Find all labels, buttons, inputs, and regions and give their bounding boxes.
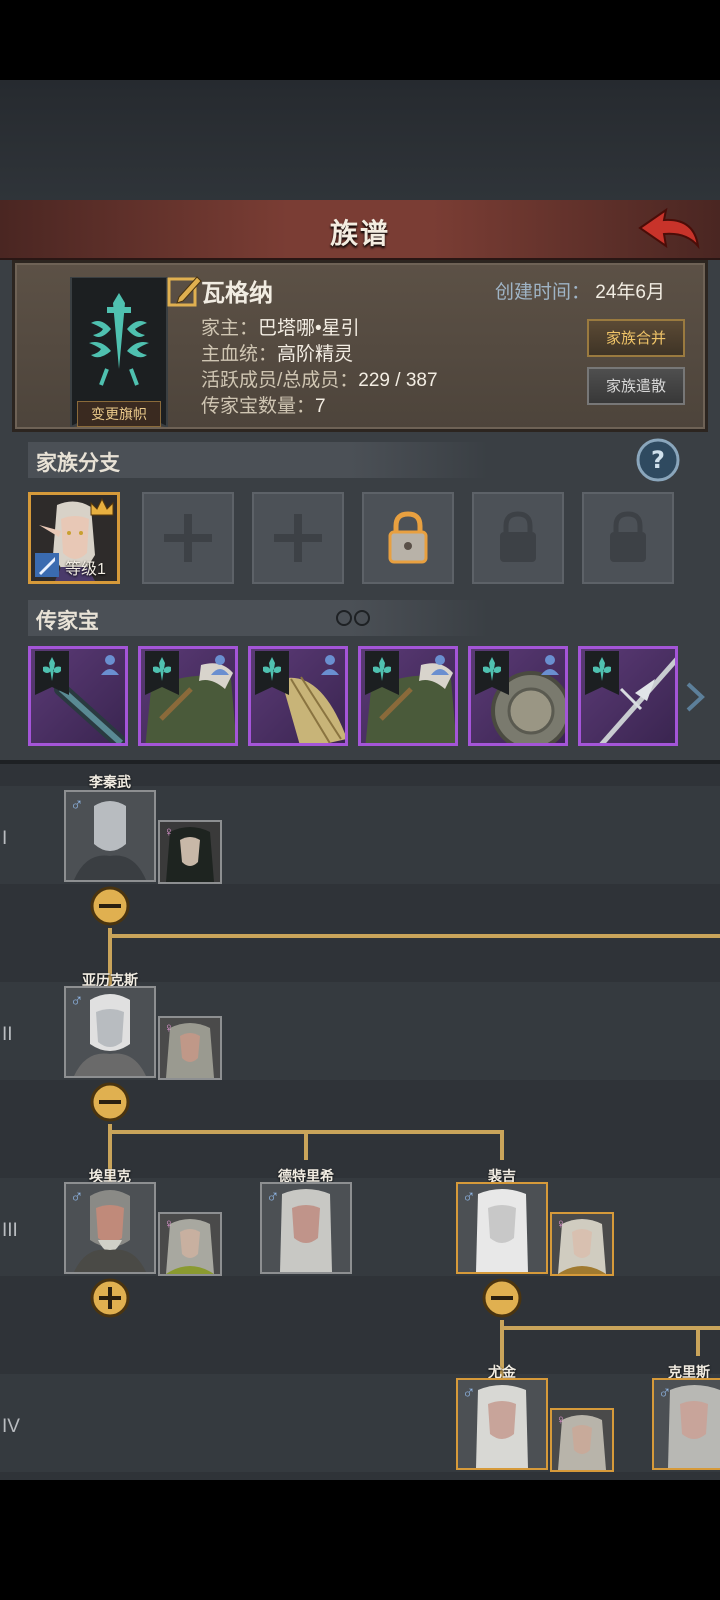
heirloom-slot-4[interactable]	[358, 646, 458, 746]
heirloom-slot-5[interactable]	[468, 646, 568, 746]
spouse-portrait[interactable]: ♀	[158, 820, 222, 884]
female-icon: ♀	[556, 1216, 566, 1231]
branch-slot-4[interactable]	[362, 492, 454, 584]
family-name: 瓦格纳	[201, 280, 273, 307]
female-icon: ♀	[556, 1412, 566, 1427]
family-tree[interactable]: I II III IV 李秦武 ♂ ♀ 亚历克斯 ♂ ♀ 埃里克 ♂ ♀ 德特里…	[0, 760, 720, 1480]
tree-line	[500, 1326, 720, 1330]
spouse-portrait[interactable]: ♀	[550, 1212, 614, 1276]
family-flag-icon	[35, 651, 69, 695]
heirloom-slot-1[interactable]	[28, 646, 128, 746]
heirloom-slot-2[interactable]	[138, 646, 238, 746]
family-merge-button[interactable]: 家族合并	[587, 319, 685, 357]
heirloom-slot-3[interactable]	[248, 646, 348, 746]
heirloom-count: 传家宝数量：7	[201, 396, 326, 417]
tree-line	[696, 1326, 700, 1356]
person-icon	[431, 655, 449, 675]
edit-name-icon[interactable]	[167, 273, 203, 309]
male-icon: ♂	[266, 1186, 280, 1206]
member-portrait[interactable]: ♂	[652, 1378, 720, 1470]
female-icon: ♀	[164, 1020, 174, 1035]
created-time: 创建时间： 24年6月	[495, 282, 665, 303]
page-title: 族谱	[329, 218, 390, 249]
cross-icon	[274, 514, 322, 562]
spouse-portrait[interactable]: ♀	[550, 1408, 614, 1472]
navigation-bar-area	[0, 1480, 720, 1600]
male-icon: ♂	[658, 1382, 672, 1402]
male-icon: ♂	[70, 794, 84, 814]
family-flag-icon	[365, 651, 399, 695]
collapse-minus-icon[interactable]	[90, 886, 130, 926]
branch-slot-1[interactable]: 等级1	[28, 492, 120, 584]
person-icon	[101, 655, 119, 675]
male-icon: ♂	[70, 990, 84, 1010]
female-icon: ♀	[164, 824, 174, 839]
member-portrait[interactable]: ♂	[64, 790, 156, 882]
status-bar-area	[0, 0, 720, 80]
member-portrait[interactable]: ♂	[260, 1182, 352, 1274]
family-flag-icon	[475, 651, 509, 695]
chevron-right-icon[interactable]	[684, 680, 706, 714]
member-count: 活跃成员/总成员：229 / 387	[201, 370, 438, 391]
male-icon: ♂	[70, 1186, 84, 1206]
title-bar: 族谱	[0, 200, 720, 260]
branch-slot-6[interactable]	[582, 492, 674, 584]
branch-slot-3[interactable]	[252, 492, 344, 584]
header-spacer	[0, 80, 720, 200]
cross-icon	[164, 514, 212, 562]
heirloom-slot-6[interactable]	[578, 646, 678, 746]
family-dissolve-button[interactable]: 家族遣散	[587, 367, 685, 405]
member-portrait[interactable]: ♂	[456, 1378, 548, 1470]
branch-slot-2[interactable]	[142, 492, 234, 584]
collapse-minus-icon[interactable]	[90, 1082, 130, 1122]
generation-label: I	[2, 828, 8, 849]
crown-icon	[90, 497, 114, 516]
person-icon	[541, 655, 559, 675]
male-icon: ♂	[462, 1186, 476, 1206]
lock-icon	[500, 511, 536, 562]
family-tree-screen: 族谱 变更旗帜 瓦格纳 创建时间： 24年6月 家主：巴塔哪•星引 主血统：高阶…	[0, 200, 720, 1480]
svg-text:?: ?	[651, 446, 665, 474]
spouse-portrait[interactable]: ♀	[158, 1016, 222, 1080]
family-head: 家主：巴塔哪•星引	[201, 318, 360, 339]
tree-line	[304, 1130, 308, 1160]
generation-label: IV	[2, 1416, 20, 1437]
main-bloodline: 主血统：高阶精灵	[201, 344, 354, 365]
help-icon[interactable]: ?	[636, 438, 680, 482]
generation-label: III	[2, 1220, 18, 1241]
family-flag-icon	[255, 651, 289, 695]
male-icon: ♂	[462, 1382, 476, 1402]
heirlooms-header: 传家宝	[28, 600, 488, 636]
expand-plus-icon[interactable]	[90, 1278, 130, 1318]
female-icon: ♀	[164, 1216, 174, 1231]
generation-label: II	[2, 1024, 13, 1045]
back-arrow-icon[interactable]	[636, 206, 702, 254]
member-portrait[interactable]: ♂	[456, 1182, 548, 1274]
sword-class-icon	[35, 553, 59, 577]
tree-line	[108, 934, 720, 938]
collapse-minus-icon[interactable]	[482, 1278, 522, 1318]
member-name: 李秦武	[89, 774, 131, 790]
family-flag-icon	[145, 651, 179, 695]
person-icon	[321, 655, 339, 675]
branch-slot-5[interactable]	[472, 492, 564, 584]
branch-level: 等级1	[65, 561, 106, 578]
page-dots-icon	[336, 610, 370, 626]
tree-line	[500, 1130, 504, 1160]
family-info-panel: 变更旗帜 瓦格纳 创建时间： 24年6月 家主：巴塔哪•星引 主血统：高阶精灵 …	[12, 260, 708, 432]
spouse-portrait[interactable]: ♀	[158, 1212, 222, 1276]
member-portrait[interactable]: ♂	[64, 986, 156, 1078]
change-banner-button[interactable]: 变更旗帜	[77, 401, 161, 427]
person-icon	[211, 655, 229, 675]
branches-header: 家族分支	[28, 442, 488, 478]
family-flag-icon	[585, 651, 619, 695]
lock-icon	[388, 511, 428, 564]
member-portrait[interactable]: ♂	[64, 1182, 156, 1274]
lock-icon	[610, 511, 646, 562]
